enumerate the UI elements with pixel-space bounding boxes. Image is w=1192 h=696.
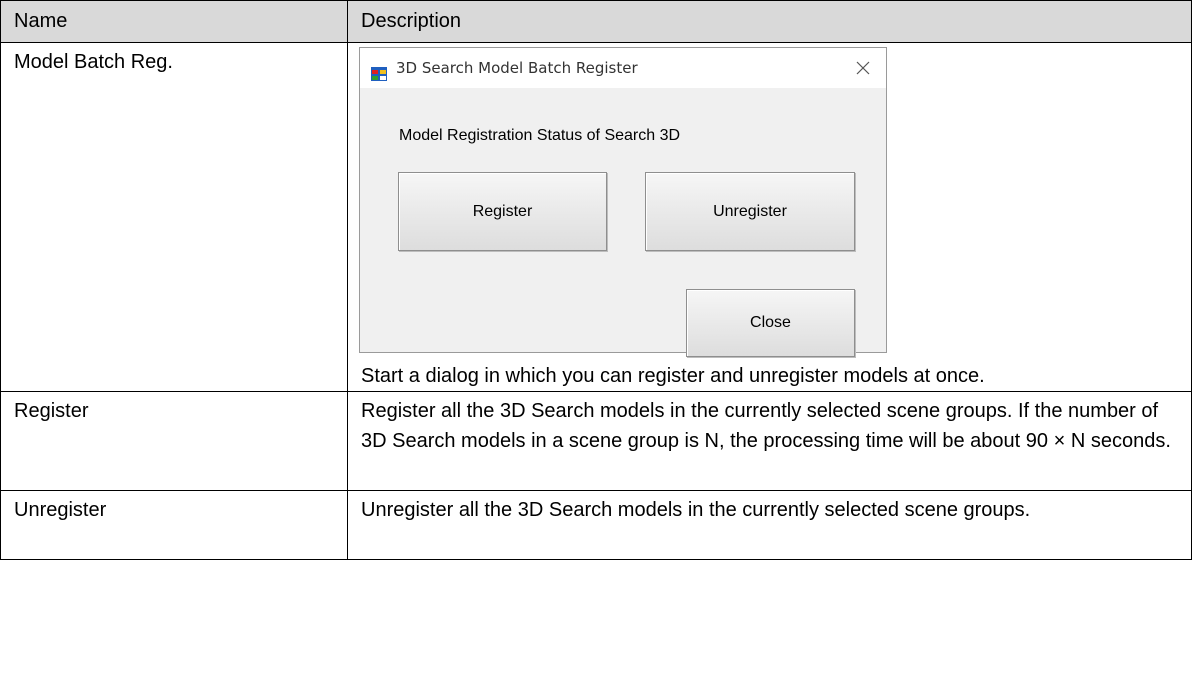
row-name-unregister: Unregister: [0, 490, 348, 560]
description-text: Start a dialog in which you can register…: [361, 365, 985, 387]
table-row: Model Batch Reg. 3D Search Model Batch R…: [0, 42, 1192, 392]
table-row: Unregister Unregister all the 3D Search …: [0, 490, 1192, 560]
header-name: Name: [0, 0, 348, 43]
table-row: Register Register all the 3D Search mode…: [0, 391, 1192, 491]
register-button[interactable]: Register: [398, 172, 607, 251]
unregister-button[interactable]: Unregister: [645, 172, 855, 251]
row-description-register: Register all the 3D Search models in the…: [347, 391, 1192, 491]
batch-register-dialog: 3D Search Model Batch Register Model Reg…: [359, 47, 887, 357]
header-description: Description: [347, 0, 1192, 43]
app-window-icon: [371, 60, 387, 81]
close-button[interactable]: Close: [686, 289, 855, 357]
row-name-register: Register: [0, 391, 348, 491]
row-description-model-batch-reg: 3D Search Model Batch Register Model Reg…: [347, 42, 1192, 392]
dialog-title: 3D Search Model Batch Register: [396, 59, 638, 77]
row-name-model-batch-reg: Model Batch Reg.: [0, 42, 348, 392]
registration-status-label: Model Registration Status of Search 3D: [399, 127, 681, 144]
dialog-titlebar: 3D Search Model Batch Register: [360, 48, 886, 88]
header-row: Name Description: [0, 0, 1192, 43]
close-x-icon[interactable]: [840, 48, 886, 88]
row-description-unregister: Unregister all the 3D Search models in t…: [347, 490, 1192, 560]
spec-table: Name Description Model Batch Reg. 3D Sea…: [0, 0, 1192, 560]
